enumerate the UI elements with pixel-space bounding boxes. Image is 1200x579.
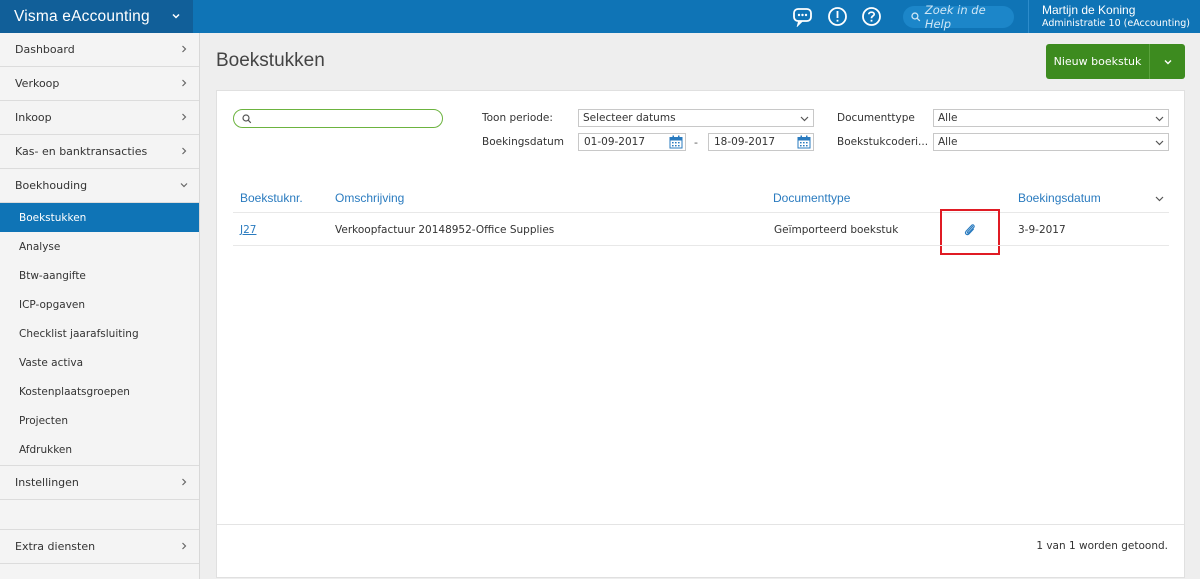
- header-divider: [233, 212, 1169, 213]
- sidebar-subitem-checklist[interactable]: Checklist jaarafsluiting: [0, 319, 199, 348]
- coding-label: Boekstukcoderi...: [837, 136, 929, 148]
- attachment-highlight: [940, 209, 1000, 255]
- coding-select-value: Alle: [938, 136, 958, 148]
- sidebar-item-inkoop[interactable]: Inkoop: [0, 101, 199, 135]
- chevron-down-icon[interactable]: [1155, 195, 1164, 203]
- sidebar-item-kas-bank[interactable]: Kas- en banktransacties: [0, 135, 199, 169]
- sidebar-item-label: Inkoop: [15, 111, 52, 124]
- document-type: Geïmporteerd boekstuk: [774, 224, 899, 236]
- sidebar-item-instellingen[interactable]: Instellingen: [0, 466, 199, 500]
- calendar-icon[interactable]: [669, 135, 683, 149]
- period-select-value: Selecteer datums: [583, 112, 676, 124]
- search-icon: [911, 12, 921, 22]
- documents-panel: Toon periode: Selecteer datums Boekingsd…: [216, 90, 1185, 578]
- sidebar-item-dashboard[interactable]: Dashboard: [0, 33, 199, 67]
- new-document-button[interactable]: Nieuw boekstuk: [1046, 44, 1185, 79]
- chevron-down-icon: [800, 116, 809, 122]
- new-document-dropdown[interactable]: [1149, 44, 1185, 79]
- date-from-value: 01-09-2017: [584, 136, 646, 148]
- column-header-description[interactable]: Omschrijving: [335, 191, 404, 205]
- sidebar-subitem-icp-opgaven[interactable]: ICP-opgaven: [0, 290, 199, 319]
- sidebar-subitem-kostenplaatsgroepen[interactable]: Kostenplaatsgroepen: [0, 377, 199, 406]
- sidebar-subitem-analyse[interactable]: Analyse: [0, 232, 199, 261]
- doctype-label: Documenttype: [837, 112, 915, 124]
- user-menu[interactable]: Martijn de Koning Administratie 10 (eAcc…: [1028, 0, 1200, 33]
- app-switcher[interactable]: Visma eAccounting: [0, 0, 193, 33]
- document-booking-date: 3-9-2017: [1018, 224, 1066, 236]
- booking-date-label: Boekingsdatum: [482, 136, 564, 148]
- doctype-select[interactable]: Alle: [933, 109, 1169, 127]
- chevron-right-icon: [182, 113, 187, 121]
- search-input[interactable]: [233, 109, 443, 128]
- sidebar-subitem-projecten[interactable]: Projecten: [0, 406, 199, 435]
- chevron-down-icon: [180, 183, 188, 188]
- sidebar-item-label: Kas- en banktransacties: [15, 145, 148, 158]
- sidebar-item-label: Boekhouding: [15, 179, 88, 192]
- date-to-input[interactable]: 18-09-2017: [708, 133, 814, 151]
- top-bar: Visma eAccounting Zoek in de Help Martij…: [0, 0, 1200, 33]
- date-to-value: 18-09-2017: [714, 136, 776, 148]
- chevron-down-icon: [1155, 140, 1164, 146]
- document-number-link[interactable]: J27: [240, 224, 256, 236]
- period-label: Toon periode:: [482, 112, 553, 124]
- chevron-down-icon: [1155, 116, 1164, 122]
- page-title: Boekstukken: [216, 50, 325, 71]
- coding-select[interactable]: Alle: [933, 133, 1169, 151]
- chevron-right-icon: [182, 542, 187, 550]
- sidebar-item-verkoop[interactable]: Verkoop: [0, 67, 199, 101]
- chevron-down-icon: [172, 13, 180, 19]
- app-title: Visma eAccounting: [14, 7, 150, 25]
- sidebar-subitem-boekstukken[interactable]: Boekstukken: [0, 203, 199, 232]
- administration-name: Administratie 10 (eAccounting): [1042, 18, 1190, 29]
- footer-divider: [217, 524, 1184, 525]
- sidebar-item-label: Dashboard: [15, 43, 75, 56]
- sidebar-subitem-vaste-activa[interactable]: Vaste activa: [0, 348, 199, 377]
- chevron-right-icon: [182, 478, 187, 486]
- column-header-booking-date[interactable]: Boekingsdatum: [1018, 191, 1101, 205]
- new-document-label: Nieuw boekstuk: [1053, 55, 1142, 68]
- sidebar-subitem-btw-aangifte[interactable]: Btw-aangifte: [0, 261, 199, 290]
- sidebar-item-label: Instellingen: [15, 476, 79, 489]
- chevron-right-icon: [182, 45, 187, 53]
- user-name: Martijn de Koning: [1042, 3, 1136, 17]
- column-header-nr[interactable]: Boekstuknr.: [240, 191, 303, 205]
- period-select[interactable]: Selecteer datums: [578, 109, 814, 127]
- chevron-down-icon: [1164, 59, 1171, 64]
- result-count: 1 van 1 worden getoond.: [1036, 540, 1168, 552]
- sidebar-subitem-afdrukken[interactable]: Afdrukken: [0, 435, 199, 466]
- sidebar-item-boekhouding[interactable]: Boekhouding: [0, 169, 199, 203]
- date-separator: -: [694, 136, 698, 149]
- alert-icon[interactable]: [827, 6, 848, 27]
- sidebar-item-label: Verkoop: [15, 77, 60, 90]
- chat-icon[interactable]: [792, 6, 813, 27]
- sidebar-item-extra-diensten[interactable]: Extra diensten: [0, 530, 199, 564]
- sidebar-spacer: [0, 500, 199, 530]
- column-header-doctype[interactable]: Documenttype: [773, 191, 850, 205]
- chevron-right-icon: [182, 147, 187, 155]
- help-search-placeholder: Zoek in de Help: [924, 3, 986, 31]
- help-search-input[interactable]: Zoek in de Help: [903, 3, 1014, 31]
- help-icon[interactable]: [861, 6, 882, 27]
- calendar-icon[interactable]: [797, 135, 811, 149]
- document-description: Verkoopfactuur 20148952-Office Supplies: [335, 224, 555, 236]
- doctype-select-value: Alle: [938, 112, 958, 124]
- date-from-input[interactable]: 01-09-2017: [578, 133, 686, 151]
- chevron-right-icon: [182, 79, 187, 87]
- sidebar: Dashboard Verkoop Inkoop Kas- en banktra…: [0, 33, 200, 579]
- sidebar-item-label: Extra diensten: [15, 540, 96, 553]
- row-divider: [233, 245, 1169, 246]
- search-icon: [242, 114, 252, 124]
- paperclip-icon[interactable]: [964, 223, 976, 237]
